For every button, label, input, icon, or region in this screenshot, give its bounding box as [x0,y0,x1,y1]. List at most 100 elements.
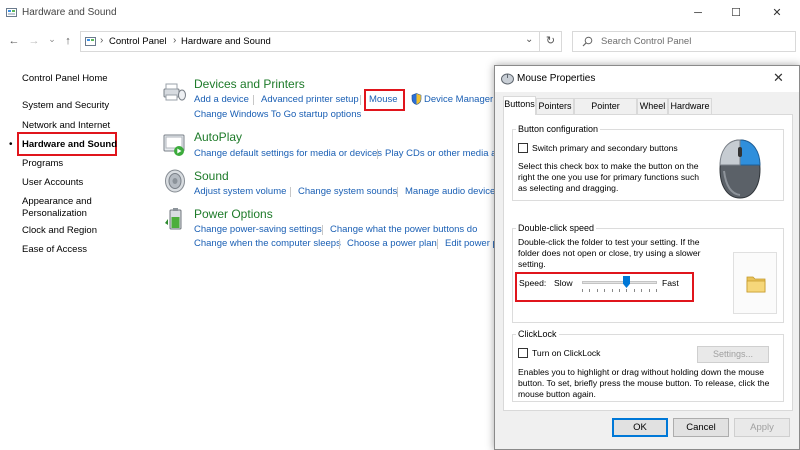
category-devices-and-printers[interactable]: Devices and Printers [194,77,305,91]
link-advanced-printer-setup[interactable]: Advanced printer setup [261,94,359,105]
link-device-manager[interactable]: Device Manager [424,94,493,105]
speaker-icon [165,169,185,193]
link-separator [339,239,340,249]
sidebar-item-appearance-line2[interactable]: Personalization [22,208,87,219]
slider-tick [634,289,635,292]
sidebar-item-user-accounts[interactable]: User Accounts [22,177,83,188]
slider-tick [604,289,605,292]
devices-and-printers-icon [163,83,186,101]
group-title-clicklock: ClickLock [516,329,559,339]
cancel-button[interactable]: Cancel [673,418,729,437]
clicklock-checkbox[interactable] [518,348,528,358]
link-separator [322,225,323,235]
link-change-default-media-settings[interactable]: Change default settings for media or dev… [194,148,382,159]
breadcrumb-separator: › [173,35,177,46]
switch-buttons-checkbox[interactable] [518,143,528,153]
sidebar-item-clock-and-region[interactable]: Clock and Region [22,225,97,236]
breadcrumb-hardware-and-sound[interactable]: Hardware and Sound [181,36,271,47]
tab-wheel[interactable]: Wheel [637,98,668,114]
slider-tick [589,289,590,292]
tab-pointers[interactable]: Pointers [536,98,574,114]
search-icon [582,36,593,47]
clicklock-label[interactable]: Turn on ClickLock [532,348,600,359]
fast-label: Fast [662,278,679,288]
category-sound[interactable]: Sound [194,169,229,183]
ok-button[interactable]: OK [612,418,668,437]
up-button[interactable]: ↑ [60,33,76,49]
link-adjust-system-volume[interactable]: Adjust system volume [194,186,286,197]
sidebar-item-control-panel-home[interactable]: Control Panel Home [22,73,108,84]
breadcrumb-separator: › [100,35,104,46]
tab-pointer-options[interactable]: Pointer Options [574,98,637,126]
link-manage-audio-devices[interactable]: Manage audio devices [405,186,494,197]
clicklock-description: button. To set, briefly press the mouse … [518,378,770,388]
double-click-description: Double-click the folder to test your set… [518,237,700,247]
slider-thumb[interactable] [623,276,630,288]
search-input[interactable]: Search Control Panel [572,31,796,52]
sidebar-item-programs[interactable]: Programs [22,158,63,169]
search-placeholder: Search Control Panel [601,36,692,47]
mouse-illustration-icon [719,139,761,199]
link-change-power-buttons[interactable]: Change what the power buttons do [330,224,477,235]
tab-hardware[interactable]: Hardware [668,98,712,114]
double-click-description: setting. [518,259,546,269]
slider-tick [582,289,583,292]
window-title: Hardware and Sound [22,7,117,18]
slider-ticks [582,289,657,293]
link-edit-power-plan[interactable]: Edit power p [445,238,494,249]
dialog-titlebar: Mouse Properties ✕ [495,66,799,92]
link-change-system-sounds[interactable]: Change system sounds [298,186,397,197]
test-folder-area[interactable] [733,252,777,314]
double-click-speed-slider[interactable] [582,274,657,294]
category-power-options[interactable]: Power Options [194,207,273,221]
switch-buttons-label[interactable]: Switch primary and secondary buttons [532,143,678,154]
link-change-when-computer-sleeps[interactable]: Change when the computer sleeps [194,238,341,249]
link-change-windows-to-go[interactable]: Change Windows To Go startup options [194,109,361,120]
link-separator [360,95,361,105]
back-button[interactable]: ← [6,33,22,49]
control-panel-icon [85,37,96,46]
speed-label: Speed: [519,278,547,288]
forward-button[interactable]: → [26,33,42,49]
breadcrumb-control-panel[interactable]: Control Panel [109,36,167,47]
apply-button[interactable]: Apply [734,418,790,437]
address-bar[interactable]: › Control Panel › Hardware and Sound ⌄ [80,31,540,52]
selected-bullet-icon: • [9,139,13,150]
link-choose-power-plan[interactable]: Choose a power plan [347,238,437,249]
slider-tick [619,289,620,292]
clicklock-description: mouse button again. [518,389,596,399]
sidebar-item-network-and-internet[interactable]: Network and Internet [22,120,110,131]
power-options-icon [165,208,182,230]
category-autoplay[interactable]: AutoPlay [194,130,242,144]
link-separator [397,187,398,197]
refresh-button[interactable]: ↻ [540,31,562,52]
tab-buttons[interactable]: Buttons [503,96,536,115]
sidebar-item-appearance-line1[interactable]: Appearance and [22,196,92,207]
recent-locations-dropdown[interactable]: ⌄ [44,31,60,47]
clicklock-settings-button[interactable]: Settings... [697,346,769,363]
slider-tick [626,289,627,292]
dialog-title: Mouse Properties [517,73,596,84]
dialog-close-button[interactable]: ✕ [773,70,784,86]
sidebar-item-hardware-and-sound[interactable]: Hardware and Sound [22,139,117,150]
button-config-description: right the one you use for primary functi… [518,172,700,182]
link-separator [253,95,254,105]
close-button[interactable]: ✕ [762,2,792,24]
maximize-button[interactable]: ☐ [721,2,751,24]
link-separator [377,149,378,159]
group-title-button-configuration: Button configuration [516,124,601,134]
sidebar-item-system-and-security[interactable]: System and Security [22,100,109,111]
sidebar-item-ease-of-access[interactable]: Ease of Access [22,244,87,255]
folder-icon[interactable] [745,273,767,295]
buttons-tab-panel: Button configuration Switch primary and … [503,114,793,411]
link-add-a-device[interactable]: Add a device [194,94,249,105]
link-change-power-saving-settings[interactable]: Change power-saving settings [194,224,322,235]
address-dropdown-icon[interactable]: ⌄ [525,34,533,45]
minimize-button[interactable]: ─ [683,2,713,24]
clicklock-description: Enables you to highlight or drag without… [518,367,765,377]
slow-label: Slow [554,278,573,288]
shield-icon [411,93,422,105]
link-mouse[interactable]: Mouse [369,94,398,105]
autoplay-icon [163,134,185,156]
link-play-cds-automatically[interactable]: Play CDs or other media auto [385,148,494,159]
